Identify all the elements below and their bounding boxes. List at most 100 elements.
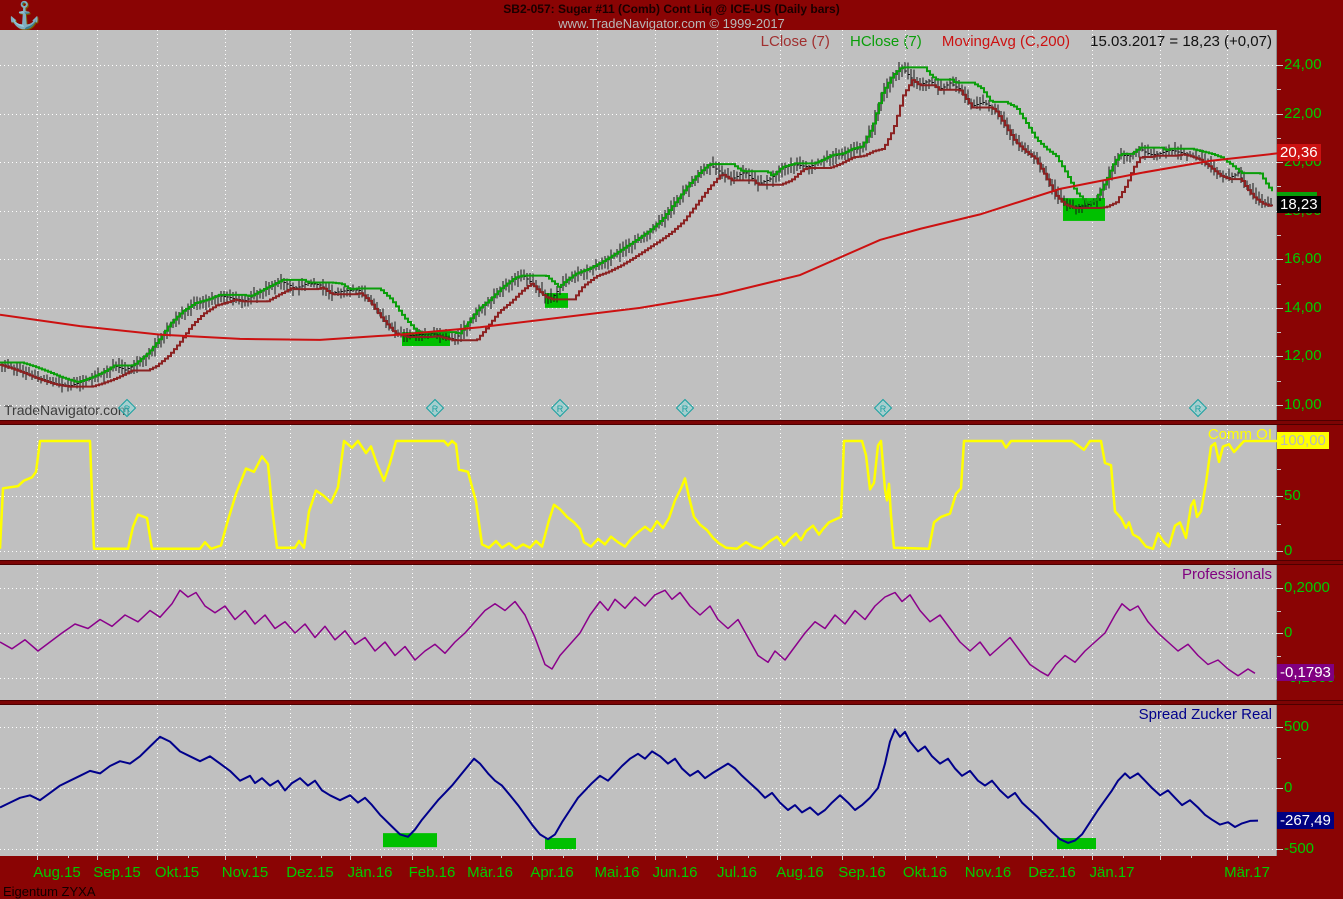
svg-text:R: R: [682, 404, 689, 414]
x-axis-tick: [1092, 856, 1093, 860]
axis-tick-label: 12,00: [1284, 348, 1322, 364]
x-axis-tick: [350, 856, 351, 860]
svg-text:R: R: [1195, 404, 1202, 414]
x-axis-tick: [412, 856, 413, 860]
x-axis-strip: Aug.15Sep.15Okt.15Nov.15Dez.15Jän.16Feb.…: [0, 856, 1343, 884]
gridlines: [0, 705, 1277, 856]
lclose-line: [0, 80, 1272, 387]
x-axis-label: Dez.16: [1028, 864, 1076, 881]
x-axis-minor-tick: [999, 856, 1000, 858]
comm-oi-panel[interactable]: Comm OI: [0, 425, 1277, 560]
x-axis-minor-tick: [68, 856, 69, 858]
svg-text:R: R: [880, 404, 887, 414]
x-axis-tick: [290, 856, 291, 860]
axis-tick-label: 24,00: [1284, 57, 1322, 73]
x-axis-minor-tick: [686, 856, 687, 858]
axis-tick: [1277, 469, 1281, 470]
chart-title: SB2-057: Sugar #11 (Comb) Cont Liq @ ICE…: [0, 0, 1343, 16]
x-axis-label: Aug.15: [33, 864, 81, 881]
axis-tick-label: 22,00: [1284, 106, 1322, 122]
axis-tick: [1277, 114, 1283, 115]
x-axis-label: Nov.16: [965, 864, 1011, 881]
axis-tick: [1277, 65, 1283, 66]
x-axis-minor-tick: [501, 856, 502, 858]
price-value-badge: 18,23: [1277, 196, 1321, 213]
x-axis-tick: [717, 856, 718, 860]
right-axis-margin: 24,0022,0020,0018,0016,0014,0012,0010,00…: [1277, 0, 1343, 899]
x-axis-minor-tick: [1258, 856, 1259, 858]
axis-tick: [1277, 496, 1283, 497]
x-axis-tick: [37, 856, 38, 860]
x-axis-label: Okt.16: [903, 864, 947, 881]
x-axis-tick: [97, 856, 98, 860]
x-axis-tick: [597, 856, 598, 860]
x-axis-label: Mär.17: [1224, 864, 1270, 881]
axis-tick: [1277, 633, 1283, 634]
rollover-marker: R: [1190, 400, 1207, 417]
spread-panel[interactable]: Spread Zucker Real: [0, 705, 1277, 856]
x-axis-label: Sep.16: [838, 864, 886, 881]
price-value-badge: 20,36: [1277, 144, 1321, 161]
x-axis-tick: [470, 856, 471, 860]
x-axis-label: Dez.15: [286, 864, 334, 881]
axis-tick: [1277, 788, 1283, 789]
x-axis-minor-tick: [321, 856, 322, 858]
axis-tick: [1277, 656, 1281, 657]
axis-tick: [1277, 405, 1283, 406]
x-axis-label: Jän.17: [1089, 864, 1134, 881]
x-axis-minor-tick: [811, 856, 812, 858]
axis-tick: [1277, 381, 1281, 382]
axis-tick-label: 10,00: [1284, 397, 1322, 413]
status-bar: Eigentum ZYXA: [0, 884, 1343, 899]
axis-tick: [1277, 849, 1283, 850]
axis-tick: [1277, 284, 1281, 285]
axis-tick-label: 0: [1284, 543, 1292, 559]
x-axis-label: Jun.16: [652, 864, 697, 881]
axis-tick: [1277, 138, 1281, 139]
axis-tick-label: 50: [1284, 488, 1301, 504]
x-axis-tick: [532, 856, 533, 860]
x-axis-tick: [1032, 856, 1033, 860]
x-axis-label: Aug.16: [776, 864, 824, 881]
axis-tick: [1277, 235, 1281, 236]
x-axis-minor-tick: [256, 856, 257, 858]
trade-navigator-window: ⚓ SB2-057: Sugar #11 (Comb) Cont Liq @ I…: [0, 0, 1343, 899]
axis-tick-label: 14,00: [1284, 300, 1322, 316]
spread-line: [0, 729, 1258, 843]
axis-tick: [1277, 524, 1281, 525]
axis-tick-label: -500: [1284, 841, 1314, 857]
x-axis-minor-tick: [188, 856, 189, 858]
x-axis-minor-tick: [443, 856, 444, 858]
svg-text:R: R: [432, 404, 439, 414]
price-chart-panel[interactable]: LClose (7) HClose (7) MovingAvg (C,200) …: [0, 30, 1277, 420]
axis-tick: [1277, 727, 1283, 728]
x-axis-minor-tick: [1191, 856, 1192, 858]
x-axis-minor-tick: [748, 856, 749, 858]
x-axis-tick: [842, 856, 843, 860]
x-axis-minor-tick: [936, 856, 937, 858]
axis-tick-label: 500: [1284, 719, 1309, 735]
x-axis-label: Mär.16: [467, 864, 513, 881]
comm_oi-value-badge: 100,00: [1277, 432, 1329, 449]
x-axis-tick: [655, 856, 656, 860]
x-axis-label: Jul.16: [717, 864, 757, 881]
owner-label: Eigentum ZYXA: [3, 884, 96, 899]
axis-tick: [1277, 162, 1283, 163]
x-axis-label: Okt.15: [155, 864, 199, 881]
x-axis-tick: [225, 856, 226, 860]
price-bars: [2, 62, 1273, 393]
x-axis-tick: [1160, 856, 1161, 860]
gridlines: [0, 30, 1277, 420]
signal-box: [545, 838, 576, 849]
axis-tick-label: 0: [1284, 625, 1292, 641]
professionals-panel[interactable]: Professionals: [0, 565, 1277, 700]
rollover-marker: R: [677, 400, 694, 417]
x-axis-minor-tick: [873, 856, 874, 858]
x-axis-minor-tick: [381, 856, 382, 858]
axis-tick-label: 0: [1284, 780, 1292, 796]
x-axis-minor-tick: [563, 856, 564, 858]
axis-tick: [1277, 89, 1281, 90]
x-axis-label: Mai.16: [594, 864, 639, 881]
professionals-value-badge: -0,1793: [1277, 664, 1334, 681]
x-axis-minor-tick: [128, 856, 129, 858]
